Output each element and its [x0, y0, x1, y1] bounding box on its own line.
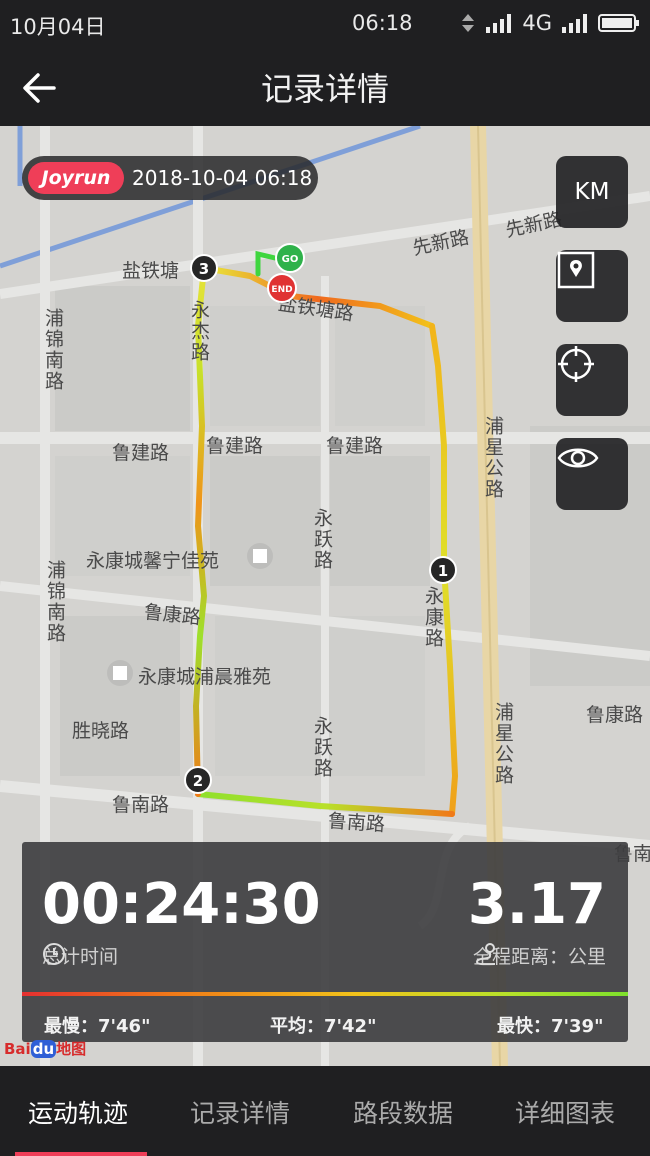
- data-arrows-icon: [462, 14, 475, 32]
- fastest-pace: 最快：7'39": [497, 1016, 604, 1037]
- go-text: GO: [282, 254, 299, 265]
- tab-segment-data[interactable]: 路段数据: [353, 1094, 453, 1130]
- page-title: 记录详情: [260, 70, 389, 108]
- route-map[interactable]: 先新路 先新路 盐铁塘 盐铁塘路 浦锦南路 浦锦南路 鲁建路 鲁建路 鲁建路 永…: [0, 126, 650, 1066]
- joyrun-logo: Joyrun: [28, 162, 124, 194]
- total-time-label-row: 总计时间: [42, 942, 118, 969]
- baidu-logo-tail: 地图: [56, 1040, 87, 1058]
- network-type: 4G: [522, 11, 552, 35]
- km-marker-1: 1: [429, 556, 457, 584]
- unit-toggle-button[interactable]: KM: [556, 156, 628, 228]
- end-text: END: [271, 285, 292, 295]
- route-markers: GO END 1 2 3: [184, 243, 457, 794]
- tab-track[interactable]: 运动轨迹: [28, 1094, 128, 1130]
- eye-icon: [557, 448, 599, 468]
- baidu-logo-paw: du: [30, 1040, 57, 1058]
- map-marker-button[interactable]: [556, 250, 628, 322]
- km-2-text: 2: [193, 772, 203, 790]
- map-pin-icon: [557, 251, 595, 289]
- km-marker-3: 3: [190, 254, 218, 282]
- distance-label-row: 全程距离：公里: [473, 942, 606, 969]
- baidu-logo: Bai du 地图: [4, 1038, 86, 1059]
- clock-icon: [43, 943, 65, 965]
- stats-panel: 00:24:30 3.17 总计时间 全程距离：公里 最慢：7'46" 平均：7…: [22, 842, 628, 1042]
- tab-record-details[interactable]: 记录详情: [190, 1094, 290, 1130]
- visibility-button[interactable]: [556, 438, 628, 510]
- pace-gradient-bar: [22, 992, 628, 996]
- route-icon: [475, 943, 495, 966]
- locate-button[interactable]: [556, 344, 628, 416]
- run-datetime: 2018-10-04 06:18: [132, 166, 313, 190]
- unit-label: KM: [574, 179, 610, 205]
- km-3-text: 3: [199, 260, 209, 278]
- signal-icon-2: [562, 14, 587, 33]
- run-badge: Joyrun 2018-10-04 06:18: [22, 156, 318, 200]
- status-date: 10月04日: [10, 15, 106, 39]
- status-bar: 10月04日 06:18 4G: [0, 0, 650, 50]
- baidu-logo-text: Bai: [4, 1040, 31, 1058]
- km-1-text: 1: [438, 562, 448, 580]
- active-tab-indicator: [15, 1152, 147, 1156]
- bottom-tab-bar: 运动轨迹 记录详情 路段数据 详细图表: [0, 1066, 650, 1156]
- status-time: 06:18: [352, 11, 413, 35]
- battery-icon: [598, 14, 639, 32]
- go-marker: GO: [275, 243, 305, 273]
- tab-detailed-charts[interactable]: 详细图表: [515, 1094, 615, 1130]
- slowest-pace: 最慢：7'46": [44, 1016, 151, 1037]
- crosshair-icon: [558, 346, 594, 382]
- average-pace: 平均：7'42": [270, 1016, 377, 1037]
- top-bar: 记录详情: [0, 50, 650, 126]
- total-time-value: 00:24:30: [42, 872, 321, 937]
- signal-icon: [486, 14, 512, 33]
- distance-value: 3.17: [467, 872, 606, 937]
- km-marker-2: 2: [184, 766, 212, 794]
- end-marker: END: [267, 273, 297, 303]
- status-indicators: 4G: [460, 11, 640, 35]
